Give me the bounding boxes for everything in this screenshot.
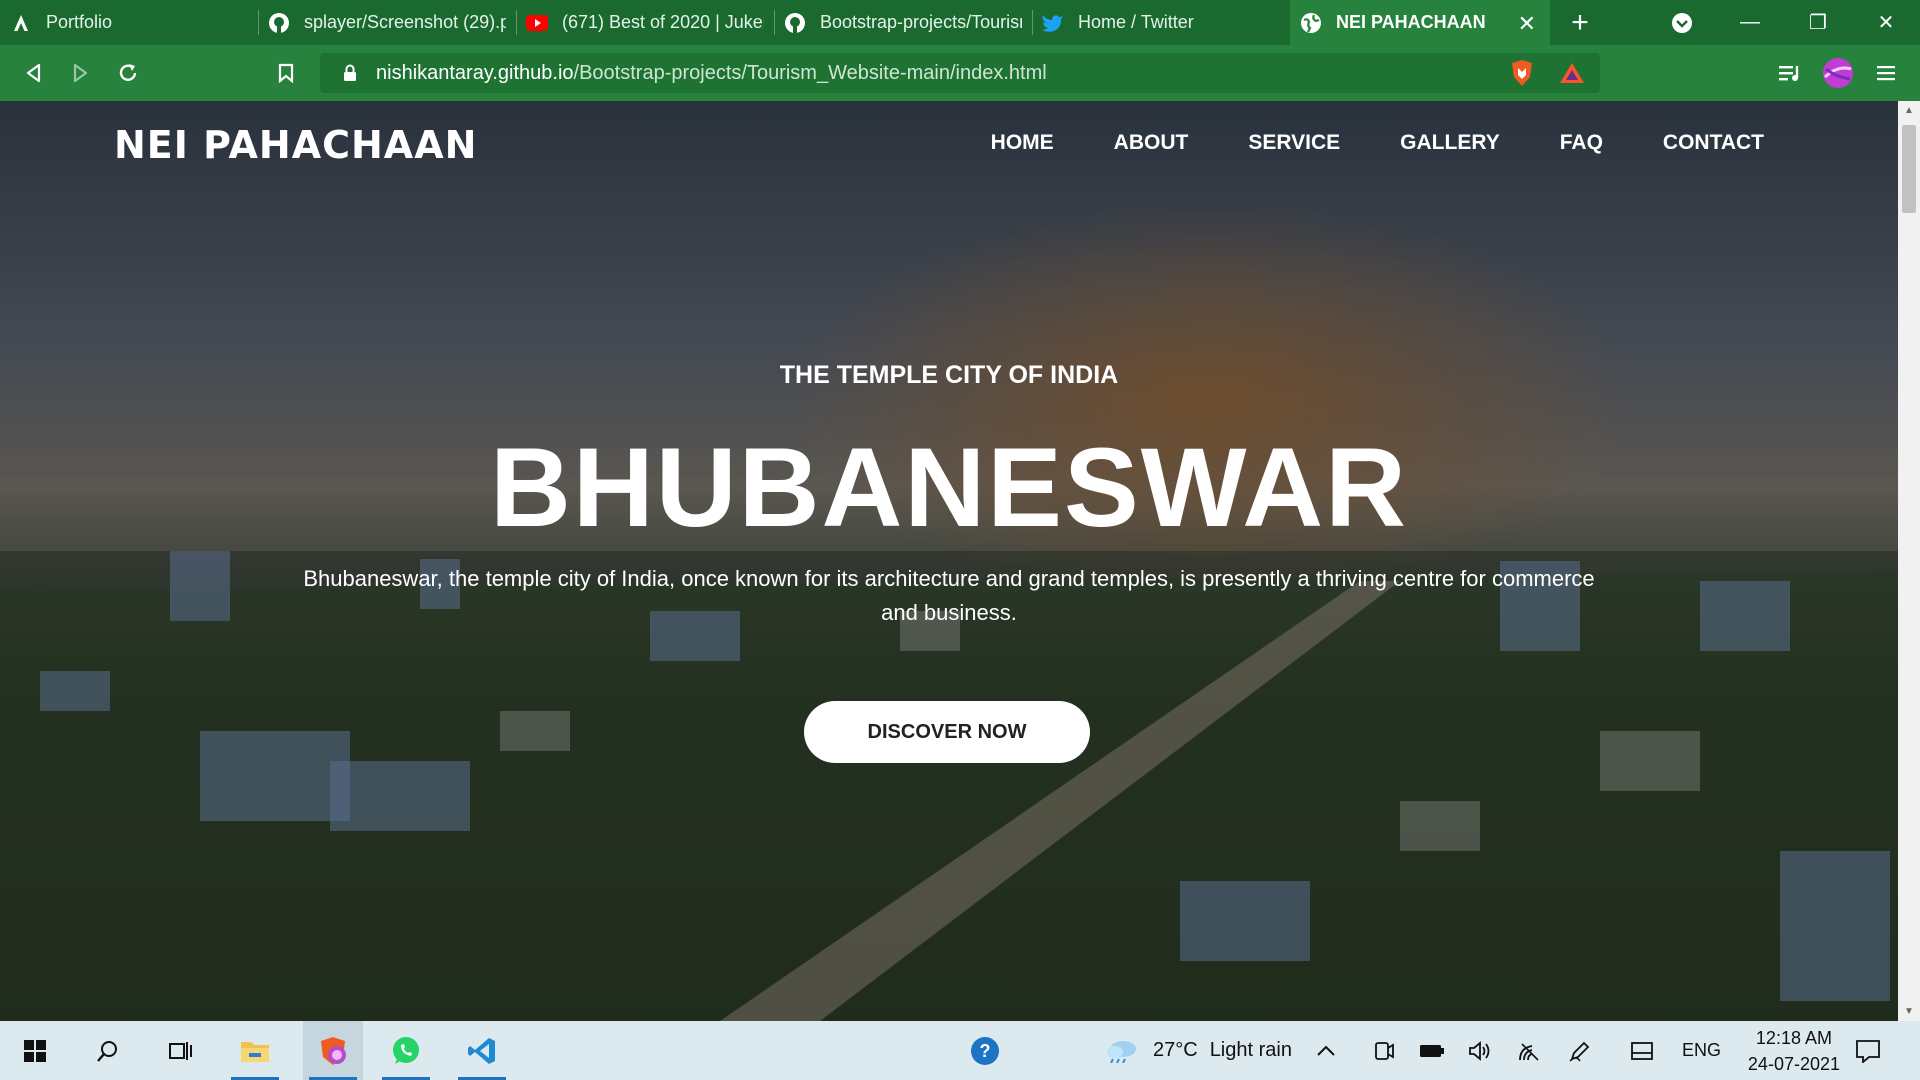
tab-github-tourism[interactable]: Bootstrap-projects/Tourism <box>774 0 1032 45</box>
tab-search-button[interactable] <box>1648 0 1716 45</box>
a-logo-icon <box>10 12 32 34</box>
svg-text:?: ? <box>980 1041 991 1061</box>
tab-title: splayer/Screenshot (29).png <box>304 12 506 32</box>
search-icon[interactable] <box>78 1021 138 1080</box>
system-clock[interactable]: 12:18 AM 24-07-2021 <box>1748 1025 1840 1077</box>
github-icon <box>784 12 806 34</box>
hero-subtitle: THE TEMPLE CITY OF INDIA <box>779 361 1119 389</box>
github-icon <box>268 12 290 34</box>
tab-title: (671) Best of 2020 | Jukebox <box>562 12 764 32</box>
profile-avatar[interactable] <box>1822 57 1854 89</box>
tab-title: Portfolio <box>46 12 113 32</box>
notification-icon[interactable] <box>1838 1021 1898 1080</box>
url-path: /Bootstrap-projects/Tourism_Website-main… <box>573 61 1047 84</box>
tab-strip: Portfolio splayer/Screenshot (29).png (6… <box>0 0 1920 45</box>
windows-taskbar: ? 27°C Light rain ENG 12:18 AM 24-07-202… <box>0 1021 1920 1080</box>
back-button[interactable] <box>18 57 50 89</box>
input-language[interactable]: ENG <box>1682 1021 1721 1080</box>
close-window-button[interactable]: ✕ <box>1852 0 1920 45</box>
brave-rewards-icon[interactable] <box>1556 57 1588 89</box>
nav-gallery[interactable]: GALLERY <box>1400 131 1500 155</box>
tab-nei-pahachaan[interactable]: NEI PAHACHAAN ✕ <box>1290 0 1550 45</box>
tab-youtube[interactable]: (671) Best of 2020 | Jukebox <box>516 0 774 45</box>
scrollbar-thumb[interactable] <box>1902 125 1916 213</box>
minimize-button[interactable]: — <box>1716 0 1784 45</box>
battery-icon[interactable] <box>1412 1021 1452 1080</box>
weather-rain-icon <box>1105 1039 1139 1063</box>
tab-title: NEI PAHACHAAN <box>1336 12 1486 32</box>
volume-icon[interactable] <box>1460 1021 1500 1080</box>
tab-title: Home / Twitter <box>1078 12 1194 32</box>
forward-button[interactable] <box>64 57 96 89</box>
weather-temp: 27°C <box>1153 1039 1198 1061</box>
wifi-icon[interactable] <box>1510 1021 1550 1080</box>
help-icon[interactable]: ? <box>955 1021 1015 1080</box>
youtube-icon <box>526 12 548 34</box>
weather-desc: Light rain <box>1209 1039 1292 1061</box>
clock-date: 24-07-2021 <box>1747 1054 1840 1074</box>
reload-button[interactable] <box>112 57 144 89</box>
browser-toolbar: nishikantaray.github.io/Bootstrap-projec… <box>0 45 1920 101</box>
scroll-down-arrow-icon[interactable]: ▼ <box>1903 1006 1915 1017</box>
tab-portfolio[interactable]: Portfolio <box>0 0 258 45</box>
nav-service[interactable]: SERVICE <box>1248 131 1340 155</box>
new-tab-button[interactable]: + <box>1550 0 1610 45</box>
weather-widget[interactable]: 27°C Light rain <box>1105 1021 1292 1080</box>
site-nav: HOME ABOUT SERVICE GALLERY FAQ CONTACT <box>931 131 1764 155</box>
clock-time: 12:18 AM <box>1755 1028 1832 1048</box>
playlist-icon[interactable] <box>1774 57 1806 89</box>
bookmark-icon[interactable] <box>270 57 302 89</box>
tab-twitter[interactable]: Home / Twitter <box>1032 0 1290 45</box>
scroll-up-arrow-icon[interactable]: ▲ <box>1903 105 1915 116</box>
tab-github-screenshot[interactable]: splayer/Screenshot (29).png <box>258 0 516 45</box>
discover-now-button[interactable]: DISCOVER NOW <box>804 701 1090 763</box>
hero-section: NEI PAHACHAAN HOME ABOUT SERVICE GALLERY… <box>0 101 1898 1021</box>
site-brand-logo[interactable]: NEI PAHACHAAN <box>114 123 477 167</box>
nav-home[interactable]: HOME <box>991 131 1054 155</box>
meet-now-icon[interactable] <box>1364 1021 1404 1080</box>
url-text: nishikantaray.github.io/Bootstrap-projec… <box>376 62 1047 85</box>
touch-keyboard-icon[interactable] <box>1622 1021 1662 1080</box>
url-host: nishikantaray.github.io <box>376 61 574 84</box>
close-tab-icon[interactable]: ✕ <box>1518 11 1536 37</box>
tab-title: Bootstrap-projects/Tourism <box>820 12 1022 32</box>
maximize-button[interactable]: ❐ <box>1784 0 1852 45</box>
pen-icon[interactable] <box>1560 1021 1600 1080</box>
address-bar[interactable]: nishikantaray.github.io/Bootstrap-projec… <box>320 53 1600 93</box>
lock-icon <box>338 64 362 82</box>
whatsapp-icon[interactable] <box>376 1021 436 1080</box>
globe-icon <box>1300 12 1322 34</box>
task-view-icon[interactable] <box>150 1021 210 1080</box>
nav-contact[interactable]: CONTACT <box>1663 131 1764 155</box>
hero-heading: BHUBANESWAR <box>490 425 1408 550</box>
nav-about[interactable]: ABOUT <box>1114 131 1189 155</box>
window-controls: — ❐ ✕ <box>1648 0 1920 45</box>
brave-browser-icon[interactable] <box>303 1021 363 1080</box>
nav-faq[interactable]: FAQ <box>1560 131 1603 155</box>
start-button[interactable] <box>5 1021 65 1080</box>
chevron-up-icon[interactable] <box>1306 1021 1346 1080</box>
hero-description: Bhubaneswar, the temple city of India, o… <box>303 566 1595 625</box>
twitter-icon <box>1042 12 1064 34</box>
brave-shields-icon[interactable] <box>1506 57 1538 89</box>
vscode-icon[interactable] <box>452 1021 512 1080</box>
file-explorer-icon[interactable] <box>225 1021 285 1080</box>
page-scrollbar[interactable]: ▲ ▼ <box>1898 101 1920 1021</box>
menu-icon[interactable] <box>1870 57 1902 89</box>
